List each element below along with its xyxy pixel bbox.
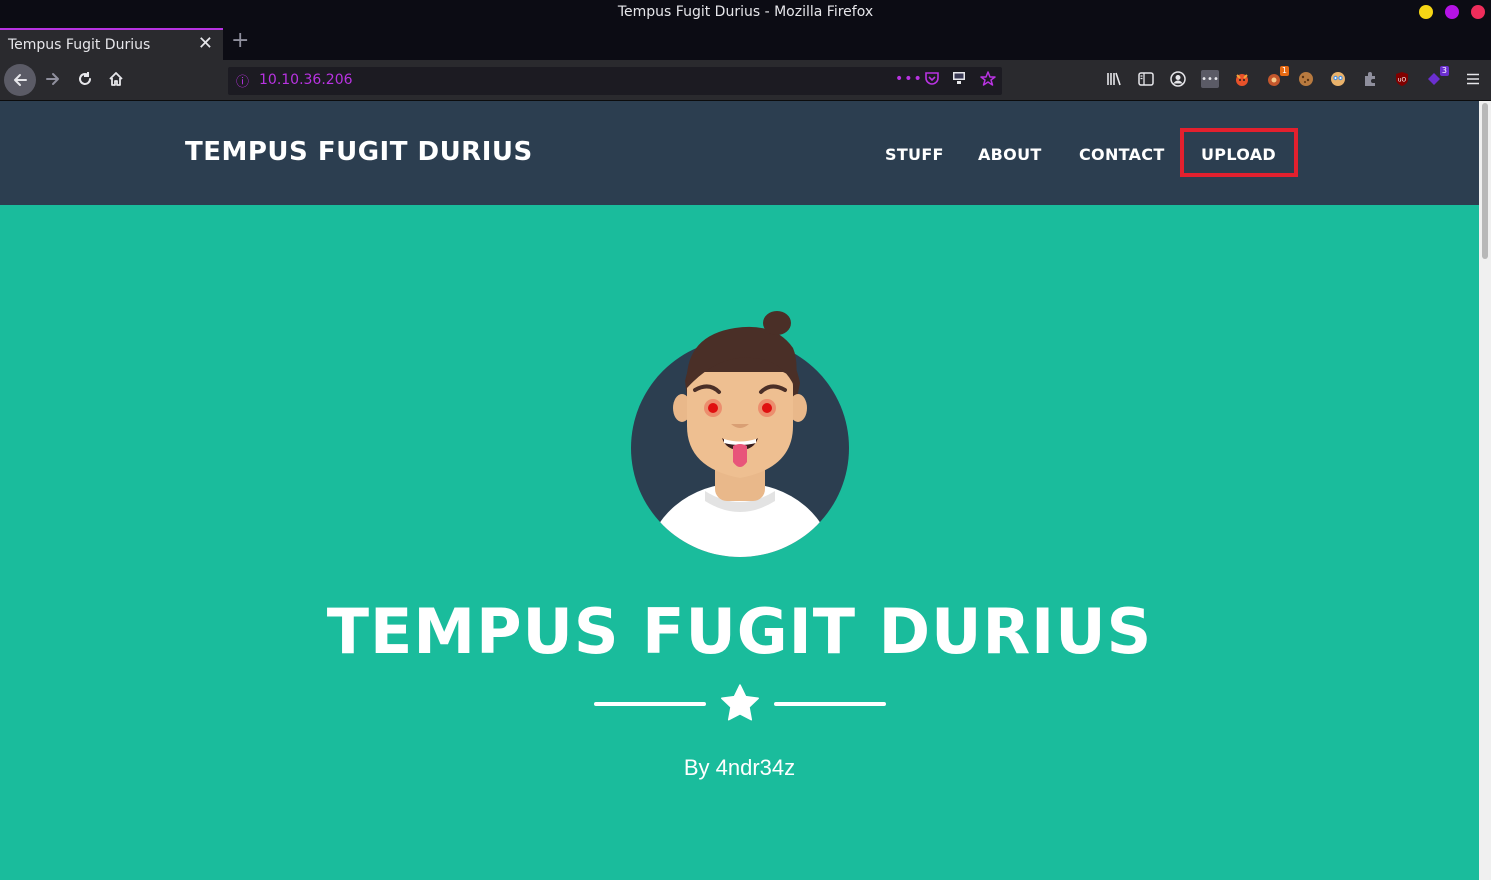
screen-icon[interactable] xyxy=(952,71,966,89)
page-scrollbar[interactable] xyxy=(1479,101,1491,880)
tab-label: Tempus Fugit Durius xyxy=(8,37,151,53)
wappalyzer-extension-icon[interactable]: 1 xyxy=(1265,66,1289,88)
library-icon[interactable] xyxy=(1105,70,1123,88)
home-icon xyxy=(109,72,123,86)
masthead-subheading: By 4ndr34z xyxy=(683,755,796,780)
upload-highlight-box xyxy=(1180,128,1298,177)
fox-extension-icon[interactable] xyxy=(1233,70,1251,88)
sidebar-icon[interactable] xyxy=(1137,70,1155,88)
site-info-icon[interactable]: ⓘ xyxy=(236,71,249,90)
site-navbar: TEMPUS FUGIT DURIUS STUFF ABOUT CONTACT … xyxy=(0,101,1479,205)
tab-active[interactable]: Tempus Fugit Durius ✕ xyxy=(0,28,223,60)
extension-badge: 1 xyxy=(1279,66,1289,76)
purple-extension-icon[interactable]: 3 xyxy=(1425,66,1449,88)
nav-toolbar: ⓘ 10.10.36.206 ••• ••• 1 uO 3 xyxy=(0,60,1491,101)
bookmark-star-icon[interactable] xyxy=(980,71,996,91)
page-actions-icon[interactable]: ••• xyxy=(895,71,923,87)
more-dots-icon[interactable]: ••• xyxy=(1201,70,1219,88)
page-viewport: TEMPUS FUGIT DURIUS STUFF ABOUT CONTACT … xyxy=(0,101,1491,880)
account-icon[interactable] xyxy=(1169,70,1187,88)
maximize-button[interactable] xyxy=(1445,5,1459,19)
divider-line-left xyxy=(594,702,706,706)
reload-button[interactable] xyxy=(70,64,100,94)
glasses-face-icon[interactable] xyxy=(1329,70,1347,88)
site-brand[interactable]: TEMPUS FUGIT DURIUS xyxy=(185,137,533,167)
hamburger-menu-icon[interactable] xyxy=(1464,70,1482,88)
star-icon xyxy=(721,684,759,721)
nav-link-about[interactable]: ABOUT xyxy=(978,145,1042,164)
back-button[interactable] xyxy=(4,64,36,96)
new-tab-button[interactable]: + xyxy=(231,30,249,52)
ublock-shield-icon[interactable]: uO xyxy=(1393,70,1411,88)
avatar-illustration xyxy=(631,311,849,557)
tab-strip: Tempus Fugit Durius ✕ + xyxy=(0,26,1491,60)
scrollbar-thumb[interactable] xyxy=(1482,103,1488,259)
window-title: Tempus Fugit Durius - Mozilla Firefox xyxy=(617,4,874,20)
svg-text:uO: uO xyxy=(1398,77,1407,84)
nav-link-contact[interactable]: CONTACT xyxy=(1079,145,1165,164)
nav-link-stuff[interactable]: STUFF xyxy=(885,145,944,164)
divider-line-right xyxy=(774,702,886,706)
close-tab-icon[interactable]: ✕ xyxy=(198,35,213,53)
url-bar[interactable]: ⓘ 10.10.36.206 ••• xyxy=(228,67,1002,95)
forward-button[interactable] xyxy=(38,64,68,94)
pocket-icon[interactable] xyxy=(925,71,939,89)
back-arrow-icon xyxy=(14,74,27,86)
puzzle-extension-icon[interactable] xyxy=(1361,70,1379,88)
masthead-heading: TEMPUS FUGIT DURIUS xyxy=(326,595,1153,668)
reload-icon xyxy=(79,72,91,85)
extension-badge: 3 xyxy=(1439,66,1449,76)
window-titlebar: Tempus Fugit Durius - Mozilla Firefox xyxy=(0,0,1491,26)
home-button[interactable] xyxy=(101,64,131,94)
forward-arrow-icon xyxy=(46,73,59,85)
close-window-button[interactable] xyxy=(1471,5,1485,19)
url-text[interactable]: 10.10.36.206 xyxy=(259,72,353,88)
cookie-icon[interactable] xyxy=(1297,70,1315,88)
minimize-button[interactable] xyxy=(1419,5,1433,19)
